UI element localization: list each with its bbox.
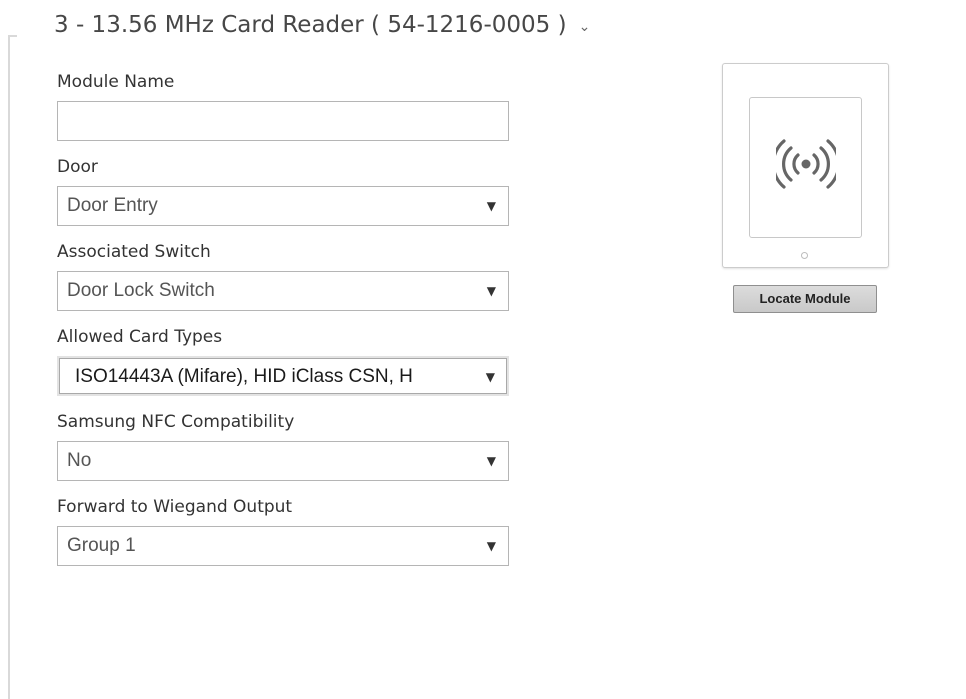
wiegand-output-label: Forward to Wiegand Output — [57, 497, 293, 517]
dropdown-arrow-icon: ▼ — [486, 199, 496, 213]
section-frame-tick — [8, 35, 17, 37]
door-select[interactable]: Door Entry ▼ — [57, 186, 509, 226]
door-label: Door — [57, 157, 98, 177]
dropdown-arrow-icon: ▼ — [485, 370, 495, 384]
associated-switch-value: Door Lock Switch — [67, 280, 215, 301]
module-name-label: Module Name — [57, 72, 175, 92]
module-name-input[interactable] — [57, 101, 509, 141]
module-preview-card — [722, 63, 889, 268]
associated-switch-label: Associated Switch — [57, 242, 211, 262]
samsung-nfc-value: No — [67, 450, 92, 471]
module-settings-form: Module Name Door Door Entry ▼ Associated… — [57, 64, 509, 574]
section-frame-line — [8, 35, 10, 699]
section-title: 3 - 13.56 MHz Card Reader ( 54-1216-0005… — [54, 12, 567, 38]
dropdown-arrow-icon: ▼ — [486, 539, 496, 553]
samsung-nfc-select[interactable]: No ▼ — [57, 441, 509, 481]
samsung-nfc-label: Samsung NFC Compatibility — [57, 412, 295, 432]
dropdown-arrow-icon: ▼ — [486, 454, 496, 468]
section-header[interactable]: 3 - 13.56 MHz Card Reader ( 54-1216-0005… — [54, 8, 590, 42]
locate-module-button[interactable]: Locate Module — [733, 285, 877, 313]
allowed-card-types-label: Allowed Card Types — [57, 327, 223, 347]
allowed-card-types-value: ISO14443A (Mifare), HID iClass CSN, H — [75, 366, 413, 387]
door-select-value: Door Entry — [67, 195, 158, 216]
rfid-signal-icon — [750, 138, 861, 194]
associated-switch-select[interactable]: Door Lock Switch ▼ — [57, 271, 509, 311]
device-indicator-dot — [801, 252, 808, 259]
wiegand-output-select[interactable]: Group 1 ▼ — [57, 526, 509, 566]
allowed-card-types-select[interactable]: ISO14443A (Mifare), HID iClass CSN, H ▼ — [57, 356, 509, 396]
wiegand-output-value: Group 1 — [67, 535, 136, 556]
chevron-down-icon[interactable]: ⌄ — [579, 20, 591, 34]
module-preview-screen — [749, 97, 862, 238]
dropdown-arrow-icon: ▼ — [486, 284, 496, 298]
